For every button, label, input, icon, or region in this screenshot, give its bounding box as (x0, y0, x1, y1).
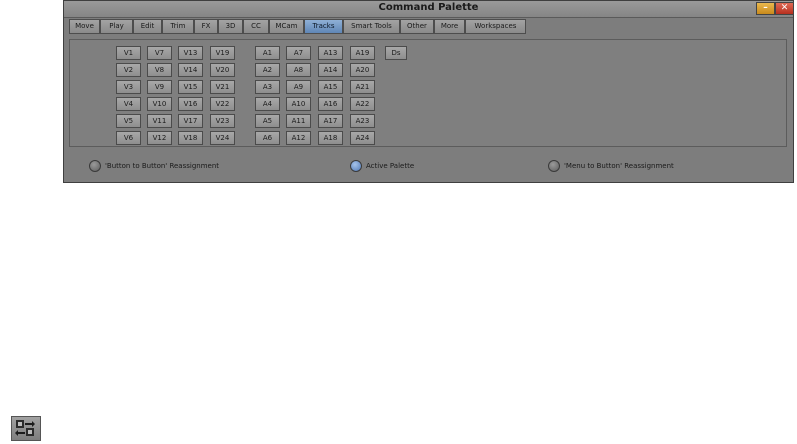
track-button-a6[interactable]: A6 (255, 131, 280, 145)
tab-smart-tools[interactable]: Smart Tools (343, 19, 400, 34)
tab-3d[interactable]: 3D (218, 19, 243, 34)
tab-play[interactable]: Play (100, 19, 133, 34)
track-button-v15[interactable]: V15 (178, 80, 203, 94)
track-button-v21[interactable]: V21 (210, 80, 235, 94)
track-button-v10[interactable]: V10 (147, 97, 172, 111)
track-button-v18[interactable]: V18 (178, 131, 203, 145)
reassignment-options: 'Button to Button' Reassignment Active P… (64, 157, 793, 175)
palette-swap-icon (15, 420, 35, 436)
tab-move[interactable]: Move (69, 19, 100, 34)
track-button-a10[interactable]: A10 (286, 97, 311, 111)
track-button-v16[interactable]: V16 (178, 97, 203, 111)
track-button-v7[interactable]: V7 (147, 46, 172, 60)
tab-tracks[interactable]: Tracks (304, 19, 343, 34)
track-button-a1[interactable]: A1 (255, 46, 280, 60)
radio-off-icon[interactable] (89, 160, 101, 172)
track-button-a23[interactable]: A23 (350, 114, 375, 128)
close-button[interactable]: ✕ (775, 2, 794, 15)
track-button-a16[interactable]: A16 (318, 97, 343, 111)
tab-mcam[interactable]: MCam (269, 19, 304, 34)
tab-cc[interactable]: CC (243, 19, 269, 34)
radio-off-icon[interactable] (548, 160, 560, 172)
track-button-a14[interactable]: A14 (318, 63, 343, 77)
track-button-a18[interactable]: A18 (318, 131, 343, 145)
track-button-a9[interactable]: A9 (286, 80, 311, 94)
track-button-v3[interactable]: V3 (116, 80, 141, 94)
track-button-a15[interactable]: A15 (318, 80, 343, 94)
track-button-v5[interactable]: V5 (116, 114, 141, 128)
track-button-a12[interactable]: A12 (286, 131, 311, 145)
track-button-v2[interactable]: V2 (116, 63, 141, 77)
track-button-a21[interactable]: A21 (350, 80, 375, 94)
radio-button-to-button[interactable]: 'Button to Button' Reassignment (89, 157, 219, 175)
radio-label: 'Button to Button' Reassignment (105, 162, 220, 170)
track-button-v24[interactable]: V24 (210, 131, 235, 145)
track-button-a20[interactable]: A20 (350, 63, 375, 77)
tab-trim[interactable]: Trim (162, 19, 194, 34)
track-button-a19[interactable]: A19 (350, 46, 375, 60)
track-button-a7[interactable]: A7 (286, 46, 311, 60)
radio-menu-to-button[interactable]: 'Menu to Button' Reassignment (548, 157, 674, 175)
track-button-v19[interactable]: V19 (210, 46, 235, 60)
track-button-v17[interactable]: V17 (178, 114, 203, 128)
command-palette-tool-icon[interactable] (11, 416, 41, 441)
track-button-v22[interactable]: V22 (210, 97, 235, 111)
tab-bar: Move Play Edit Trim FX 3D CC MCam Tracks… (69, 19, 526, 35)
radio-label: 'Menu to Button' Reassignment (564, 162, 674, 170)
title-bar[interactable]: Command Palette – ✕ (64, 1, 794, 18)
track-button-v4[interactable]: V4 (116, 97, 141, 111)
track-button-v9[interactable]: V9 (147, 80, 172, 94)
tab-edit[interactable]: Edit (133, 19, 162, 34)
radio-on-icon[interactable] (350, 160, 362, 172)
track-button-a8[interactable]: A8 (286, 63, 311, 77)
window-title: Command Palette (378, 2, 479, 13)
command-palette-window: Command Palette – ✕ Move Play Edit Trim … (63, 0, 794, 183)
track-button-v13[interactable]: V13 (178, 46, 203, 60)
track-button-v1[interactable]: V1 (116, 46, 141, 60)
track-button-a17[interactable]: A17 (318, 114, 343, 128)
tab-fx[interactable]: FX (194, 19, 218, 34)
track-button-v14[interactable]: V14 (178, 63, 203, 77)
track-button-a3[interactable]: A3 (255, 80, 280, 94)
track-button-a4[interactable]: A4 (255, 97, 280, 111)
track-button-a2[interactable]: A2 (255, 63, 280, 77)
track-button-v12[interactable]: V12 (147, 131, 172, 145)
tab-workspaces[interactable]: Workspaces (465, 19, 526, 34)
radio-active-palette[interactable]: Active Palette (350, 157, 414, 175)
track-button-v11[interactable]: V11 (147, 114, 172, 128)
track-button-v8[interactable]: V8 (147, 63, 172, 77)
track-button-a13[interactable]: A13 (318, 46, 343, 60)
track-button-a24[interactable]: A24 (350, 131, 375, 145)
minimize-button[interactable]: – (756, 2, 775, 15)
track-button-a5[interactable]: A5 (255, 114, 280, 128)
track-button-a22[interactable]: A22 (350, 97, 375, 111)
ds-track-button[interactable]: Ds (385, 46, 407, 60)
track-button-v23[interactable]: V23 (210, 114, 235, 128)
track-button-v20[interactable]: V20 (210, 63, 235, 77)
tab-more[interactable]: More (434, 19, 465, 34)
tab-other[interactable]: Other (400, 19, 434, 34)
track-button-v6[interactable]: V6 (116, 131, 141, 145)
radio-label: Active Palette (366, 162, 415, 170)
tracks-panel: V1 V2 V3 V4 V5 V6 V7 V8 V9 V10 V11 V12 V… (69, 39, 787, 147)
track-button-a11[interactable]: A11 (286, 114, 311, 128)
